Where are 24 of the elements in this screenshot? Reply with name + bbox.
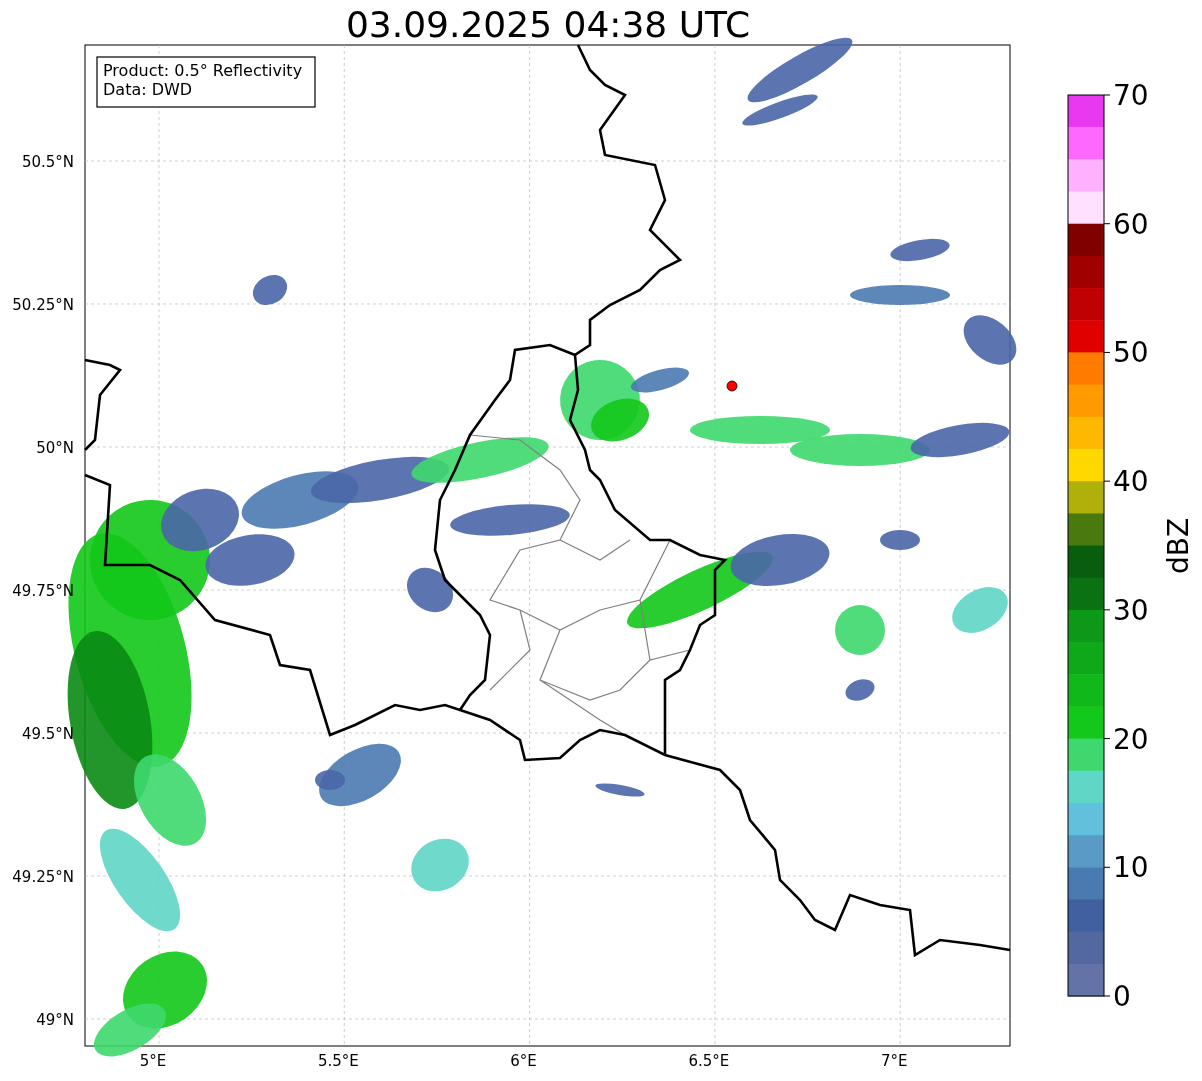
latitude-label: 49.25°N	[12, 868, 74, 886]
longitude-label: 7°E	[880, 1052, 908, 1070]
latitude-label: 49°N	[36, 1011, 74, 1029]
latitude-label: 50°N	[36, 439, 74, 457]
longitude-label: 5°E	[139, 1052, 167, 1070]
colorbar-tick-label: 30	[1113, 593, 1149, 627]
colorbar-tick-label: 20	[1113, 722, 1149, 756]
colorbar-tick-label: 50	[1113, 336, 1149, 370]
colorbar-label: dBZ	[1162, 517, 1195, 575]
longitude-label: 6°E	[510, 1052, 537, 1070]
longitude-label: 6.5°E	[688, 1052, 730, 1070]
colorbar-tick-label: 40	[1113, 465, 1149, 499]
colorbar-tick-label: 10	[1113, 851, 1149, 885]
latitude-label: 50.5°N	[21, 153, 74, 171]
longitude-label: 5.5°E	[317, 1052, 359, 1070]
colorbar-tick-label: 60	[1113, 207, 1149, 241]
colorbar-tick-label: 70	[1113, 79, 1149, 112]
colorbar-tick-label: 0	[1113, 980, 1131, 1013]
chart-title: 03.09.2025 04:38 UTC	[345, 4, 751, 45]
latitude-label: 49.5°N	[21, 725, 74, 743]
radar-site-marker	[726, 380, 738, 392]
latitude-label: 50.25°N	[12, 296, 74, 314]
info-text: Data: DWD	[103, 80, 193, 99]
info-text: Product: 0.5° Reflectivity	[103, 61, 303, 80]
